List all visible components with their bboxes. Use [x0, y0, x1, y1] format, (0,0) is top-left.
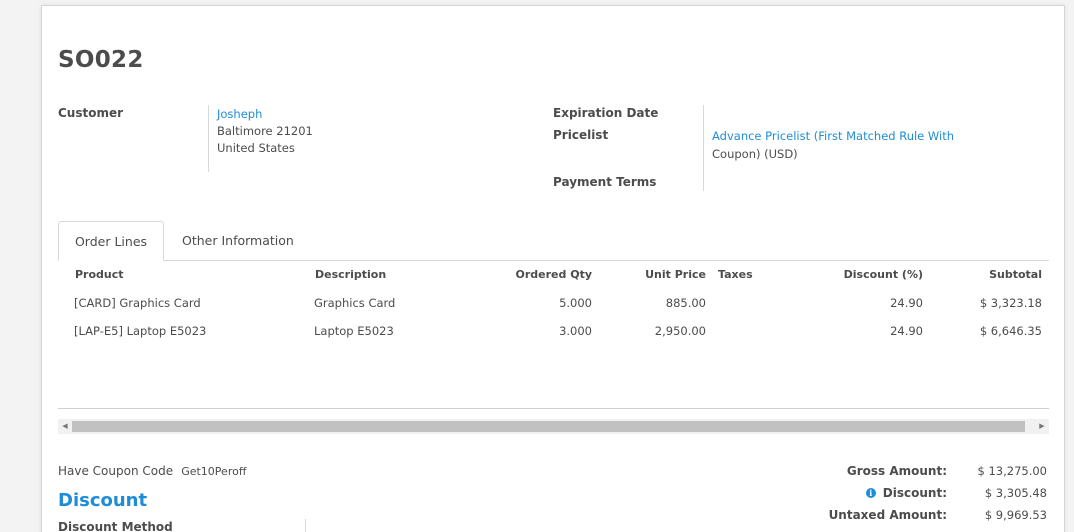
table-row-1-ordered-qty[interactable]: 5.000	[559, 296, 592, 310]
tab-other-information[interactable]: Other Information	[182, 221, 294, 261]
table-row-1-unit-price[interactable]: 885.00	[666, 296, 706, 310]
scrollbar-thumb[interactable]	[72, 421, 1025, 432]
discount-total-value: $ 3,305.48	[984, 486, 1047, 500]
form-sheet: SO022 Customer Josheph Baltimore 21201 U…	[41, 5, 1065, 532]
column-header-discount[interactable]: Discount (%)	[844, 268, 923, 281]
tab-order-lines[interactable]: Order Lines	[58, 221, 164, 261]
table-bottom-border	[58, 408, 1049, 409]
pricelist-value-line2: Coupon) (USD)	[712, 147, 798, 161]
discount-method-label: Discount Method	[58, 520, 173, 532]
coupon-label: Have Coupon Code	[58, 464, 174, 478]
table-row-2-ordered-qty[interactable]: 3.000	[559, 324, 592, 338]
tab-divider	[58, 260, 1049, 261]
customer-separator	[208, 105, 209, 172]
untaxed-amount-value: $ 9,969.53	[984, 508, 1047, 522]
customer-address-line1: Baltimore 21201	[217, 124, 313, 138]
column-header-ordered-qty[interactable]: Ordered Qty	[516, 268, 592, 281]
discount-total-label: Discount:	[882, 486, 947, 500]
expiration-date-label: Expiration Date	[553, 106, 659, 120]
column-header-subtotal[interactable]: Subtotal	[989, 268, 1042, 281]
table-row-1-subtotal[interactable]: $ 3,323.18	[980, 296, 1042, 310]
customer-name-link[interactable]: Josheph	[217, 107, 262, 121]
coupon-row: Have Coupon Code Get10Peroff	[58, 460, 246, 479]
page-title: SO022	[58, 47, 144, 73]
info-icon[interactable]: i	[865, 488, 876, 498]
right-fields-separator	[703, 105, 704, 191]
arrow-left-icon[interactable]: ◀	[58, 419, 72, 434]
table-row-1-discount[interactable]: 24.90	[890, 296, 923, 310]
customer-label: Customer	[58, 106, 124, 120]
horizontal-scrollbar[interactable]: ◀ ▶	[58, 419, 1049, 434]
column-header-product[interactable]: Product	[75, 268, 124, 281]
column-header-unit-price[interactable]: Unit Price	[645, 268, 706, 281]
table-row-2-unit-price[interactable]: 2,950.00	[655, 324, 706, 338]
coupon-code-field[interactable]: Get10Peroff	[181, 465, 246, 478]
arrow-right-icon[interactable]: ▶	[1035, 419, 1049, 434]
discount-method-separator	[305, 519, 306, 532]
table-row-1-description[interactable]: Graphics Card	[314, 296, 395, 310]
discount-total-label-row: i Discount:	[865, 486, 947, 500]
table-row-2-description[interactable]: Laptop E5023	[314, 324, 394, 338]
column-header-taxes[interactable]: Taxes	[718, 268, 753, 281]
customer-address-line2: United States	[217, 141, 295, 155]
gross-amount-label: Gross Amount:	[846, 464, 947, 478]
payment-terms-label: Payment Terms	[553, 175, 657, 189]
table-row-2-subtotal[interactable]: $ 6,646.35	[980, 324, 1042, 338]
column-header-description[interactable]: Description	[315, 268, 386, 281]
untaxed-amount-label: Untaxed Amount:	[828, 508, 947, 522]
table-row-2-product[interactable]: [LAP-E5] Laptop E5023	[74, 324, 206, 338]
table-row-1-product[interactable]: [CARD] Graphics Card	[74, 296, 201, 310]
pricelist-link[interactable]: Advance Pricelist (First Matched Rule Wi…	[712, 129, 954, 143]
table-row-2-discount[interactable]: 24.90	[890, 324, 923, 338]
pricelist-label: Pricelist	[553, 128, 609, 142]
discount-heading: Discount	[58, 490, 148, 511]
gross-amount-value: $ 13,275.00	[977, 464, 1048, 478]
